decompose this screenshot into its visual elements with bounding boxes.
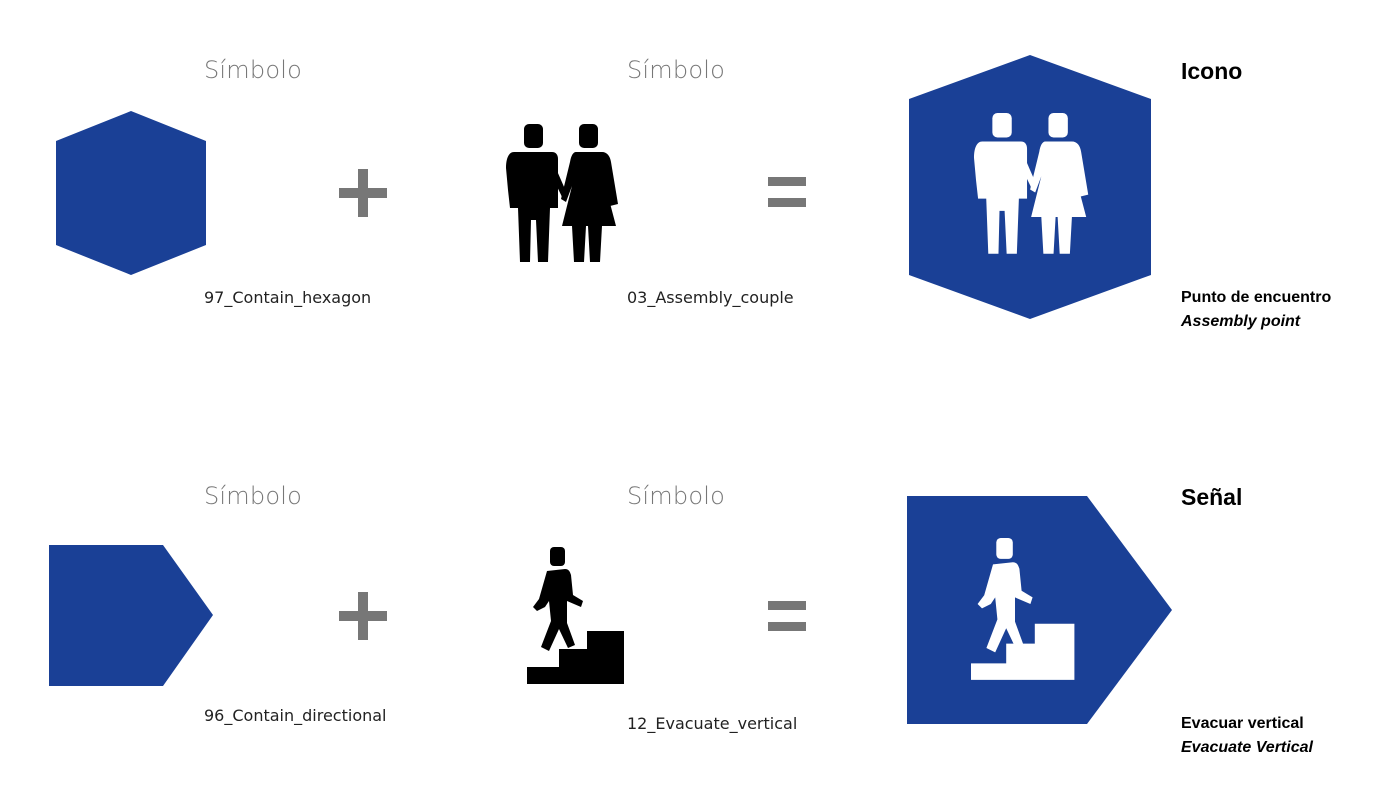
symbol-label-directional: Símbolo — [204, 482, 302, 510]
symbol-code-stairs: 12_Evacuate_vertical — [627, 714, 798, 733]
result-name-en: Assembly point — [1181, 313, 1301, 330]
plus-icon — [339, 592, 387, 640]
symbol-code-couple: 03_Assembly_couple — [627, 288, 794, 307]
evacuate-vertical-result-sign — [907, 496, 1172, 724]
symbol-label-couple: Símbolo — [627, 56, 725, 84]
assembly-point-result-icon — [909, 55, 1151, 319]
equals-icon — [768, 177, 806, 207]
symbol-code-hexagon: 97_Contain_hexagon — [204, 288, 372, 307]
result-description-assembly: Punto de encuentro Assembly point — [1181, 286, 1331, 334]
symbol-label-hexagon: Símbolo — [204, 56, 302, 84]
hexagon-icon — [56, 111, 206, 275]
result-name-en: Evacuate Vertical — [1181, 739, 1313, 756]
directional-arrow-shape-icon — [49, 545, 213, 686]
plus-icon — [339, 169, 387, 217]
symbol-code-directional: 96_Contain_directional — [204, 706, 387, 725]
result-name-es: Punto de encuentro — [1181, 289, 1332, 306]
result-name-es: Evacuar vertical — [1181, 715, 1304, 732]
couple-icon — [506, 124, 618, 262]
result-title-sign: Señal — [1181, 484, 1243, 510]
person-climbing-stairs-icon — [527, 547, 624, 684]
equals-icon — [768, 601, 806, 631]
symbol-label-stairs: Símbolo — [627, 482, 725, 510]
result-description-evacuate: Evacuar vertical Evacuate Vertical — [1181, 712, 1313, 760]
result-title-icon: Icono — [1181, 58, 1243, 84]
